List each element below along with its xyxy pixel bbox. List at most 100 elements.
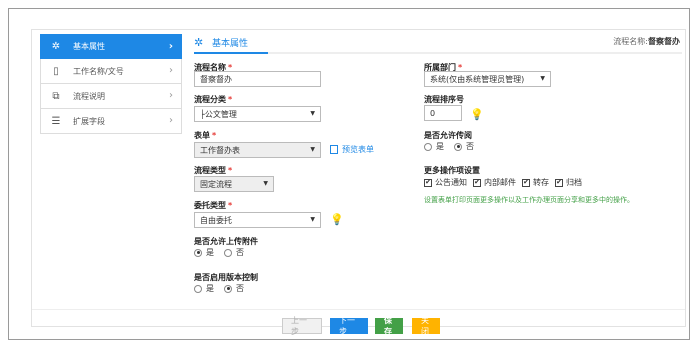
- radio-label: 是: [206, 284, 214, 293]
- version-control-label: 是否启用版本控制: [194, 272, 258, 283]
- version-control-label-text: 是否启用版本控制: [194, 273, 258, 282]
- flow-name-display-label: 流程名称:: [613, 37, 648, 46]
- allow-upload-no-radio[interactable]: [224, 248, 232, 257]
- more-ops-label-text: 更多操作项设置: [424, 166, 480, 175]
- allow-return-label-text: 是否允许传阅: [424, 131, 472, 140]
- chevron-down-icon: ▼: [310, 216, 315, 223]
- delegate-type-label-text: 委托类型: [194, 201, 226, 210]
- form-select-value: 工作督办表: [200, 145, 240, 155]
- archive-checkbox[interactable]: ✔: [555, 178, 563, 187]
- chevron-right-icon: ›: [169, 90, 173, 101]
- sidebar-item-basic-properties[interactable]: ✲ 基本属性 ›: [40, 34, 182, 59]
- flow-settings-page: ✲ 基本属性 › ▯ 工作名称/文号 › ⧉ 流程说明 › ☰ 扩展字段 › ✲…: [31, 29, 686, 336]
- allow-return-no-radio[interactable]: [454, 142, 462, 151]
- required-marker: *: [228, 166, 233, 175]
- document-icon: ▯: [53, 65, 59, 77]
- section-title-text: 基本属性: [212, 39, 249, 49]
- preview-icon: [330, 145, 338, 154]
- flow-name-display: 流程名称:督察督办: [613, 36, 680, 47]
- lightbulb-icon[interactable]: 💡: [470, 108, 484, 121]
- flow-name-input[interactable]: 督察督办: [194, 71, 321, 87]
- sidebar-item-label: 工作名称/文号: [73, 66, 124, 76]
- footer-divider: [32, 309, 685, 310]
- close-button[interactable]: 关闭: [412, 316, 440, 336]
- sidebar-item-label: 基本属性: [73, 42, 105, 51]
- sidebar-item-work-name[interactable]: ▯ 工作名称/文号 ›: [40, 59, 182, 84]
- allow-return-options: 是 否: [424, 141, 474, 152]
- flow-order-input[interactable]: 0: [424, 105, 462, 121]
- window-frame: ✲ 基本属性 › ▯ 工作名称/文号 › ⧉ 流程说明 › ☰ 扩展字段 › ✲…: [8, 8, 690, 340]
- section-header: ✲ 基本属性 流程名称:督察督办: [194, 36, 682, 54]
- flow-category-select[interactable]: ├公文管理 ▼: [194, 106, 321, 122]
- checkbox-label: 内部邮件: [484, 178, 516, 187]
- required-marker: *: [228, 201, 233, 210]
- flow-order-input-value: 0: [430, 108, 436, 118]
- lightbulb-icon[interactable]: 💡: [330, 213, 344, 226]
- more-ops-note: 设置表单打印页面更多操作以及工作办理页面分享和更多中的操作。: [424, 196, 634, 204]
- allow-upload-yes-radio[interactable]: [194, 248, 202, 257]
- radio-label: 否: [236, 284, 244, 293]
- required-marker: *: [212, 131, 217, 140]
- chevron-down-icon: ▼: [263, 180, 268, 187]
- form-select[interactable]: 工作督办表 ▼: [194, 142, 321, 158]
- preview-form-link[interactable]: 预览表单: [330, 144, 374, 155]
- department-select[interactable]: 系统(仅由系统管理员管理) ▼: [424, 71, 551, 87]
- chevron-down-icon: ▼: [310, 146, 315, 153]
- save-button[interactable]: 保存: [375, 316, 403, 336]
- flow-order-label-text: 流程排序号: [424, 95, 464, 104]
- radio-label: 否: [466, 142, 474, 151]
- sidebar-item-label: 扩展字段: [73, 116, 105, 126]
- department-select-value: 系统(仅由系统管理员管理): [430, 74, 525, 84]
- delegate-type-select-value: 自由委托: [200, 215, 232, 225]
- internal-mail-checkbox[interactable]: ✔: [473, 178, 481, 187]
- allow-return-label: 是否允许传阅: [424, 130, 472, 141]
- chevron-down-icon: ▼: [310, 110, 315, 117]
- flow-type-select-value: 固定流程: [200, 179, 232, 189]
- chevron-right-icon: ›: [169, 65, 173, 76]
- chevron-right-icon: ›: [168, 41, 173, 52]
- sidebar-item-label: 流程说明: [73, 91, 105, 101]
- previous-step-button[interactable]: 上一步: [282, 316, 322, 336]
- flow-category-label-text: 流程分类: [194, 95, 226, 104]
- next-step-button[interactable]: 下一步: [330, 316, 368, 336]
- allow-upload-options: 是 否: [194, 247, 244, 258]
- gear-icon: ✲: [51, 41, 61, 52]
- flow-category-label: 流程分类 *: [194, 94, 232, 105]
- flow-name-display-value: 督察督办: [648, 37, 680, 46]
- transfer-checkbox[interactable]: ✔: [522, 178, 530, 187]
- allow-return-yes-radio[interactable]: [424, 142, 432, 151]
- sidebar-item-extended-fields[interactable]: ☰ 扩展字段 ›: [40, 109, 182, 134]
- flow-icon: ⧉: [52, 90, 60, 102]
- chevron-right-icon: ›: [169, 115, 173, 126]
- list-icon: ☰: [51, 115, 61, 127]
- checkbox-label: 公告通知: [435, 178, 467, 187]
- checkbox-label: 转存: [533, 178, 549, 187]
- sidebar-item-flow-description[interactable]: ⧉ 流程说明 ›: [40, 84, 182, 109]
- more-ops-label: 更多操作项设置: [424, 165, 480, 176]
- radio-label: 是: [206, 248, 214, 257]
- form-label: 表单 *: [194, 130, 216, 141]
- flow-name-input-value: 督察督办: [200, 74, 232, 84]
- radio-label: 是: [436, 142, 444, 151]
- delegate-type-select[interactable]: 自由委托 ▼: [194, 212, 321, 228]
- announcement-checkbox[interactable]: ✔: [424, 178, 432, 187]
- flow-category-select-value: ├公文管理: [200, 109, 237, 119]
- section-title-underline: [194, 52, 268, 54]
- chevron-down-icon: ▼: [540, 75, 545, 82]
- flow-type-label-text: 流程类型: [194, 166, 226, 175]
- version-control-no-radio[interactable]: [224, 284, 232, 293]
- sidebar: ✲ 基本属性 › ▯ 工作名称/文号 › ⧉ 流程说明 › ☰ 扩展字段 ›: [40, 34, 182, 134]
- flow-type-select[interactable]: 固定流程 ▼: [194, 176, 274, 192]
- radio-label: 否: [236, 248, 244, 257]
- required-marker: *: [228, 95, 233, 104]
- flow-order-label: 流程排序号: [424, 94, 464, 105]
- flow-type-label: 流程类型 *: [194, 165, 232, 176]
- form-label-text: 表单: [194, 131, 210, 140]
- checkbox-label: 归档: [566, 178, 582, 187]
- more-ops-options: ✔ 公告通知 ✔ 内部邮件 ✔ 转存 ✔ 归档: [424, 177, 582, 188]
- allow-upload-label-text: 是否允许上传附件: [194, 237, 258, 246]
- version-control-options: 是 否: [194, 283, 244, 294]
- version-control-yes-radio[interactable]: [194, 284, 202, 293]
- allow-upload-label: 是否允许上传附件: [194, 236, 258, 247]
- gear-icon: ✲: [194, 36, 204, 49]
